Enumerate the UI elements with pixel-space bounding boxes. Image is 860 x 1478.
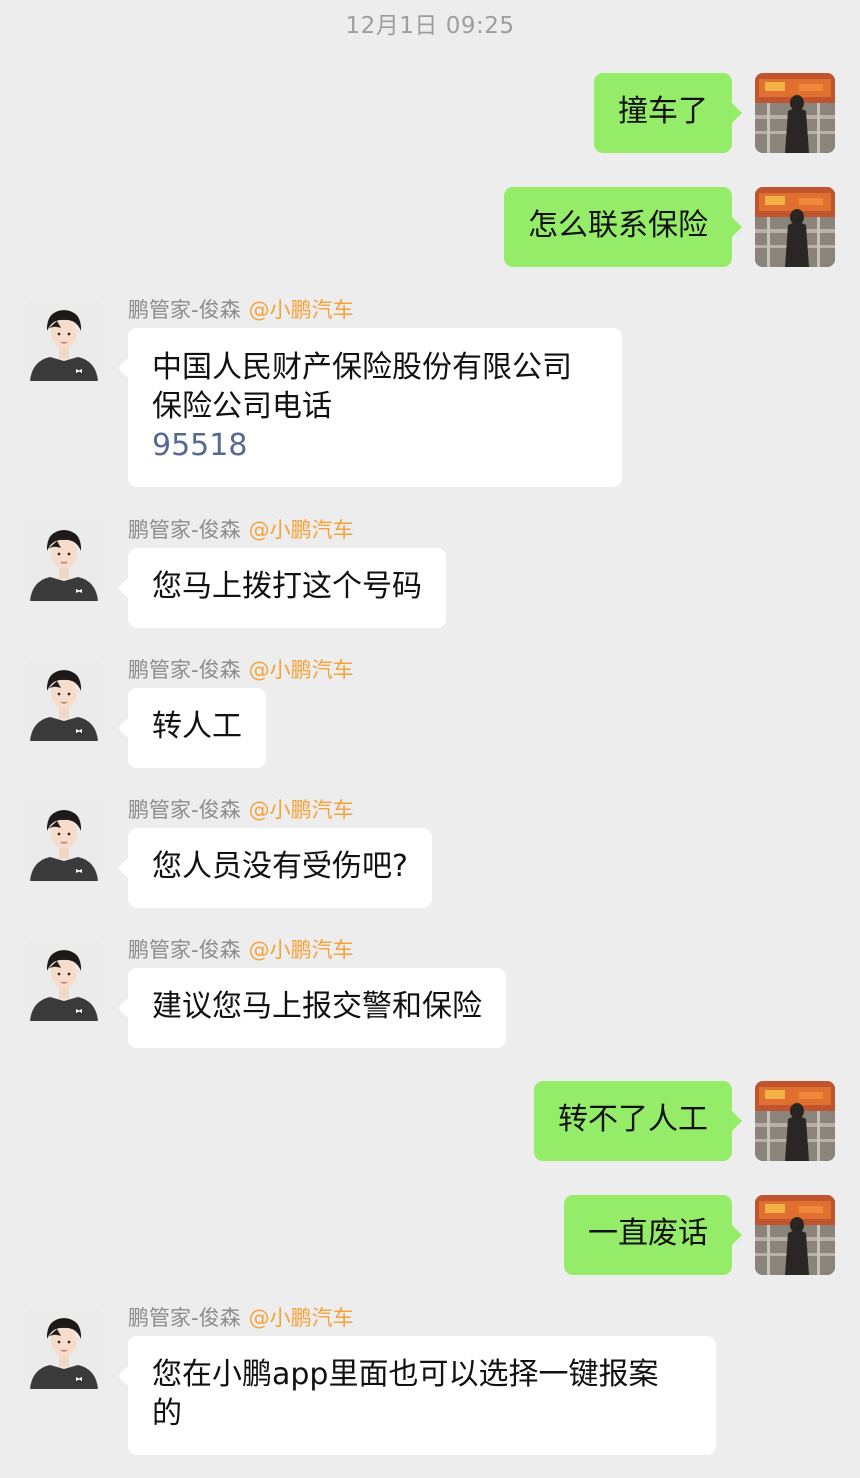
agent-avatar-image xyxy=(24,1309,104,1389)
outgoing-message-bubble[interactable]: 转不了人工 xyxy=(534,1081,742,1161)
incoming-message-bubble[interactable]: 您在小鹏app里面也可以选择一键报案 的 xyxy=(118,1336,716,1455)
message-text: 怎么联系保险 xyxy=(528,208,708,243)
agent-avatar-image xyxy=(24,301,104,381)
sender-label: 鹏管家-俊森 @小鹏汽车 xyxy=(128,514,354,544)
sender-name: 鹏管家-俊森 xyxy=(128,298,241,322)
sender-org-tag: @小鹏汽车 xyxy=(248,298,354,322)
user-avatar-image xyxy=(755,1195,835,1275)
message-line: 的 xyxy=(152,1396,182,1431)
message-text: 您马上拨打这个号码 xyxy=(152,569,422,604)
sender-name: 鹏管家-俊森 xyxy=(128,658,241,682)
agent-avatar[interactable] xyxy=(24,521,104,601)
sender-label: 鹏管家-俊森 @小鹏汽车 xyxy=(128,294,354,324)
message-text: 一直废话 xyxy=(588,1216,708,1251)
message-text: 转人工 xyxy=(152,709,242,744)
sender-org-tag: @小鹏汽车 xyxy=(248,798,354,822)
agent-avatar[interactable] xyxy=(24,661,104,741)
agent-avatar[interactable] xyxy=(24,301,104,381)
agent-avatar[interactable] xyxy=(24,801,104,881)
incoming-message-bubble[interactable]: 您人员没有受伤吧? xyxy=(118,828,432,908)
sender-name: 鹏管家-俊森 xyxy=(128,798,241,822)
sender-name: 鹏管家-俊森 xyxy=(128,938,241,962)
message-text: 撞车了 xyxy=(618,94,708,129)
sender-label: 鹏管家-俊森 @小鹏汽车 xyxy=(128,1302,354,1332)
sender-org-tag: @小鹏汽车 xyxy=(248,1306,354,1330)
outgoing-message-bubble[interactable]: 一直废话 xyxy=(564,1195,742,1275)
sender-label: 鹏管家-俊森 @小鹏汽车 xyxy=(128,934,354,964)
incoming-message-bubble[interactable]: 建议您马上报交警和保险 xyxy=(118,968,506,1048)
self-avatar[interactable] xyxy=(755,1081,835,1161)
chat-timestamp: 12月1日 09:25 xyxy=(345,13,515,39)
outgoing-message-bubble[interactable]: 怎么联系保险 xyxy=(504,187,742,267)
sender-org-tag: @小鹏汽车 xyxy=(248,518,354,542)
message-text: 您人员没有受伤吧? xyxy=(152,849,408,884)
outgoing-message-bubble[interactable]: 撞车了 xyxy=(594,73,742,153)
incoming-message-bubble[interactable]: 您马上拨打这个号码 xyxy=(118,548,446,628)
sender-org-tag: @小鹏汽车 xyxy=(248,658,354,682)
agent-avatar[interactable] xyxy=(24,1309,104,1389)
message-line: 中国人民财产保险股份有限公司 xyxy=(152,350,572,385)
message-line: 保险公司电话 xyxy=(152,389,332,424)
agent-avatar-image xyxy=(24,941,104,1021)
agent-avatar-image xyxy=(24,801,104,881)
self-avatar[interactable] xyxy=(755,1195,835,1275)
agent-avatar[interactable] xyxy=(24,941,104,1021)
user-avatar-image xyxy=(755,1081,835,1161)
user-avatar-image xyxy=(755,73,835,153)
sender-label: 鹏管家-俊森 @小鹏汽车 xyxy=(128,794,354,824)
incoming-message-bubble[interactable]: 中国人民财产保险股份有限公司 保险公司电话 95518 xyxy=(118,328,622,487)
message-line: 您在小鹏app里面也可以选择一键报案 xyxy=(152,1357,659,1392)
agent-avatar-image xyxy=(24,661,104,741)
phone-number-link[interactable]: 95518 xyxy=(152,426,598,465)
sender-name: 鹏管家-俊森 xyxy=(128,518,241,542)
agent-avatar-image xyxy=(24,521,104,601)
self-avatar[interactable] xyxy=(755,187,835,267)
sender-org-tag: @小鹏汽车 xyxy=(248,938,354,962)
incoming-message-bubble[interactable]: 转人工 xyxy=(118,688,266,768)
user-avatar-image xyxy=(755,187,835,267)
sender-name: 鹏管家-俊森 xyxy=(128,1306,241,1330)
self-avatar[interactable] xyxy=(755,73,835,153)
message-text: 转不了人工 xyxy=(558,1102,708,1137)
sender-label: 鹏管家-俊森 @小鹏汽车 xyxy=(128,654,354,684)
message-text: 建议您马上报交警和保险 xyxy=(152,989,482,1024)
